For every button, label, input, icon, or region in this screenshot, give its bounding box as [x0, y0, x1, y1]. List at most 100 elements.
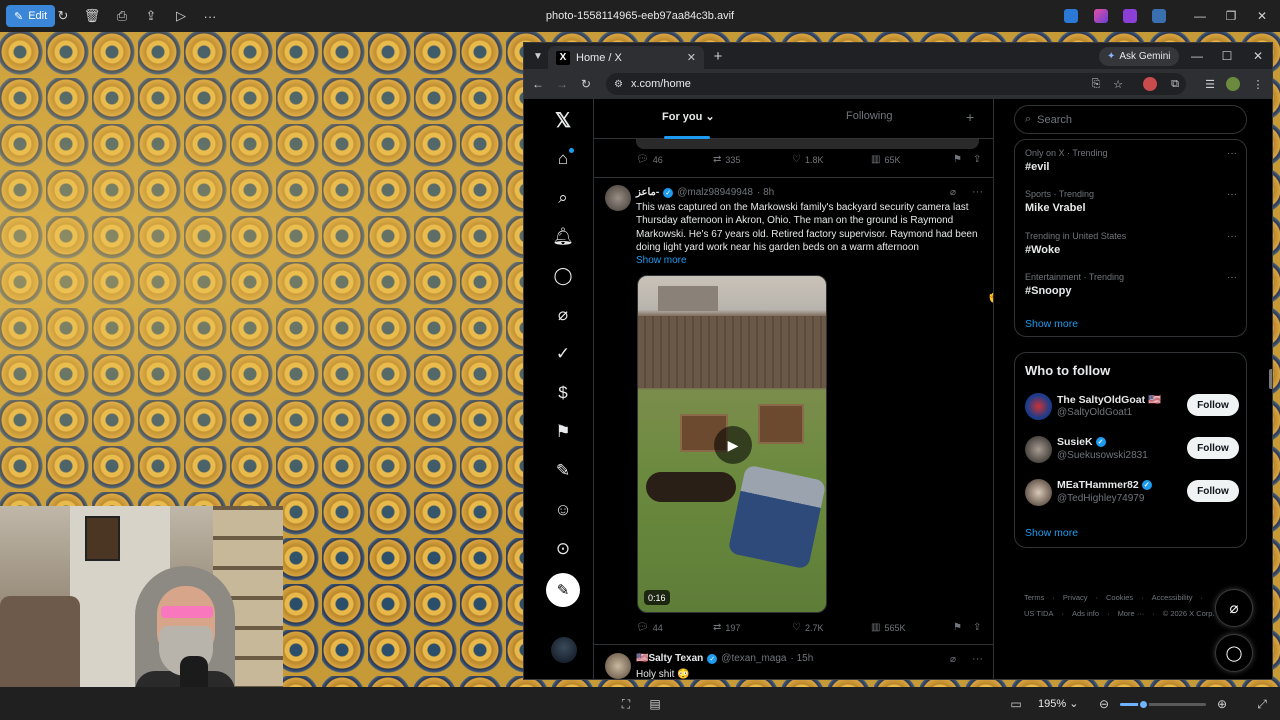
- tab-following[interactable]: Following: [846, 110, 892, 122]
- app-icon-2[interactable]: [1094, 9, 1108, 23]
- tweet-author-handle[interactable]: @malz98949948: [677, 187, 753, 198]
- follow-suggestion[interactable]: MEaTHammer82 ✓ @TedHighley74979 Follow: [1025, 479, 1239, 509]
- share-action[interactable]: ⇪: [973, 622, 981, 633]
- site-info-icon[interactable]: ⚙: [614, 79, 623, 90]
- tweet-video[interactable]: ▶ 0:16: [637, 275, 827, 613]
- reply-action[interactable]: 💬︎ 44: [636, 622, 663, 633]
- maximize-icon[interactable]: ❐: [1223, 8, 1239, 24]
- repost-action[interactable]: ⇄ 197: [713, 622, 740, 633]
- profile-icon[interactable]: ☺: [550, 497, 576, 523]
- tab-search-icon[interactable]: ▼: [530, 48, 546, 64]
- tweet-author-name[interactable]: ماعز-: [636, 187, 659, 198]
- home-icon[interactable]: ⌂: [550, 146, 576, 172]
- trend-item[interactable]: Trending in United States #Woke ···: [1025, 231, 1237, 256]
- bookmarks-icon[interactable]: ⚑: [550, 419, 576, 445]
- follow-suggestion[interactable]: SusieK ✓ @Suekusowski2831 Follow: [1025, 436, 1239, 466]
- follow-button[interactable]: Follow: [1187, 437, 1239, 459]
- slideshow-icon[interactable]: ▷: [173, 8, 189, 24]
- edit-button[interactable]: ✎ Edit: [6, 5, 56, 27]
- footer-privacy-link[interactable]: Privacy: [1063, 593, 1088, 602]
- messages-float-button[interactable]: ◯: [1215, 634, 1253, 672]
- tweet-author-name[interactable]: 🇺🇸Salty Texan: [636, 653, 703, 664]
- follow-show-more-link[interactable]: Show more: [1025, 527, 1078, 539]
- zoom-level[interactable]: 195% ⌄: [1038, 697, 1078, 710]
- share-action[interactable]: ⇪: [973, 154, 981, 165]
- follow-suggestion[interactable]: The SaltyOldGoat 🇺🇸 @SaltyOldGoat1 Follo…: [1025, 393, 1239, 423]
- browser-minimize-icon[interactable]: —: [1189, 48, 1205, 64]
- minimize-icon[interactable]: —: [1192, 8, 1208, 24]
- tweet-more-icon[interactable]: ···: [972, 653, 983, 665]
- articles-icon[interactable]: ✎: [550, 458, 576, 484]
- trend-item[interactable]: Entertainment · Trending #Snoopy ···: [1025, 272, 1237, 297]
- footer-more-link[interactable]: More ···: [1118, 609, 1145, 618]
- play-icon[interactable]: ▶: [714, 426, 752, 464]
- repost-action[interactable]: ⇄ 335: [713, 154, 740, 165]
- footer-tida-link[interactable]: US TIDA: [1024, 609, 1053, 618]
- filmstrip-icon[interactable]: ▤: [647, 696, 663, 712]
- x-logo-icon[interactable]: 𝕏: [550, 107, 576, 133]
- follow-button[interactable]: Follow: [1187, 480, 1239, 502]
- fit-screen-icon[interactable]: ⛶: [618, 696, 634, 712]
- delete-icon[interactable]: 🗑: [84, 8, 101, 24]
- tab-for-you[interactable]: For you ⌄: [662, 110, 715, 123]
- rotate-icon[interactable]: ↻: [55, 8, 71, 24]
- zoom-out-icon[interactable]: ⊖: [1096, 696, 1112, 712]
- grok-float-button[interactable]: ⌀: [1215, 589, 1253, 627]
- like-action[interactable]: ♡ 1.8K: [792, 154, 823, 165]
- suggestion-avatar[interactable]: [1025, 479, 1052, 506]
- grok-explain-icon[interactable]: ⌀: [950, 187, 956, 198]
- trend-item[interactable]: Only on X · Trending #evil ···: [1025, 148, 1237, 173]
- search-input[interactable]: ⌕ Search: [1014, 105, 1247, 134]
- fullscreen-icon[interactable]: ⤢: [1254, 696, 1270, 712]
- extension-badge-icon[interactable]: [1143, 77, 1157, 91]
- ask-gemini-button[interactable]: ✦ Ask Gemini: [1099, 47, 1179, 66]
- trend-more-icon[interactable]: ···: [1227, 189, 1237, 200]
- suggestion-avatar[interactable]: [1025, 436, 1052, 463]
- back-icon[interactable]: ←: [530, 76, 546, 92]
- tweet-author-avatar[interactable]: [605, 653, 631, 679]
- reading-list-icon[interactable]: ☰: [1202, 76, 1218, 92]
- footer-accessibility-link[interactable]: Accessibility: [1152, 593, 1193, 602]
- trends-show-more-link[interactable]: Show more: [1025, 318, 1078, 330]
- footer-ads-info-link[interactable]: Ads info: [1072, 609, 1099, 618]
- tweet-author-handle[interactable]: @texan_maga: [721, 653, 786, 664]
- views-action[interactable]: ▥ 65K: [871, 154, 900, 165]
- tab-close-icon[interactable]: ✕: [687, 51, 696, 64]
- views-action[interactable]: ▥ 565K: [871, 622, 905, 633]
- aspect-ratio-icon[interactable]: ▭: [1008, 696, 1024, 712]
- zoom-slider-thumb[interactable]: [1138, 699, 1150, 710]
- footer-cookies-link[interactable]: Cookies: [1106, 593, 1133, 602]
- more-options-icon[interactable]: ···: [202, 8, 218, 24]
- close-icon[interactable]: ✕: [1254, 8, 1270, 24]
- suggestion-name[interactable]: MEaTHammer82 ✓: [1057, 479, 1152, 491]
- explore-search-icon[interactable]: ⌕: [550, 185, 576, 211]
- monetization-icon[interactable]: $: [550, 380, 576, 406]
- notifications-bell-icon[interactable]: 🔔︎: [550, 224, 576, 250]
- browser-close-icon[interactable]: ✕: [1250, 48, 1266, 64]
- reply-action[interactable]: 💬︎ 46: [636, 154, 663, 165]
- tweet-author-avatar[interactable]: [605, 185, 631, 211]
- browser-menu-icon[interactable]: ⋮: [1250, 76, 1266, 92]
- app-icon-3[interactable]: [1123, 9, 1137, 23]
- grok-icon[interactable]: ⌀: [550, 302, 576, 328]
- suggestion-avatar[interactable]: [1025, 393, 1052, 420]
- reload-icon[interactable]: ↻: [578, 76, 594, 92]
- page-scrollbar[interactable]: [1269, 369, 1272, 389]
- zoom-in-icon[interactable]: ⊕: [1214, 696, 1230, 712]
- account-avatar[interactable]: [551, 637, 577, 663]
- trend-item[interactable]: Sports · Trending Mike Vrabel ···: [1025, 189, 1237, 214]
- trend-more-icon[interactable]: ···: [1227, 148, 1237, 159]
- app-icon-4[interactable]: [1152, 9, 1166, 23]
- show-more-link[interactable]: Show more: [636, 255, 687, 266]
- more-icon[interactable]: ⊙: [550, 536, 576, 562]
- tweet-more-icon[interactable]: ···: [972, 186, 983, 198]
- tab-home-x[interactable]: X Home / X ✕: [548, 46, 704, 69]
- compose-post-button[interactable]: ✎: [546, 573, 580, 607]
- forward-icon[interactable]: →: [554, 76, 570, 92]
- footer-terms-link[interactable]: Terms: [1024, 593, 1044, 602]
- tweet-time[interactable]: · 15h: [791, 653, 814, 664]
- trend-more-icon[interactable]: ···: [1227, 272, 1237, 283]
- app-icon-1[interactable]: [1064, 9, 1078, 23]
- zoom-slider[interactable]: [1120, 699, 1206, 710]
- premium-check-icon[interactable]: ✓: [550, 341, 576, 367]
